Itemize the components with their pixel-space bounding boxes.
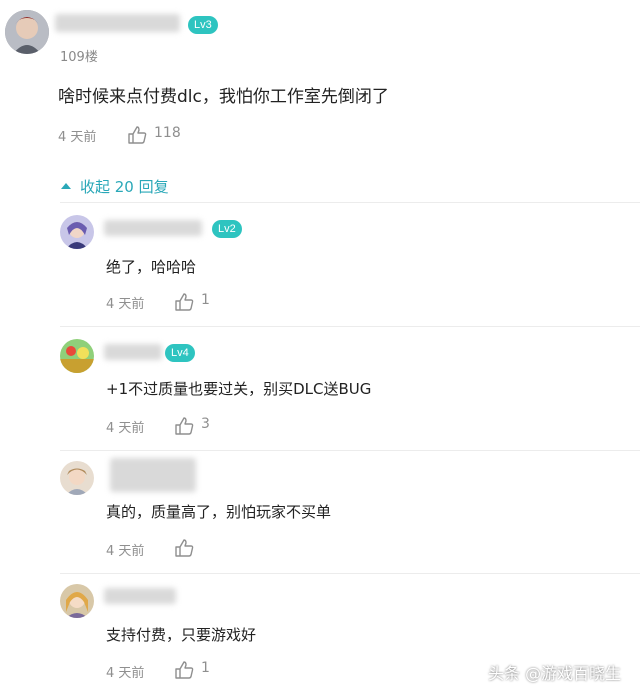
avatar-image: [60, 584, 94, 618]
username-blurred[interactable]: [110, 458, 196, 492]
avatar[interactable]: [60, 461, 94, 495]
thumb-up-icon[interactable]: [174, 293, 194, 311]
comment-time: 4 天前: [58, 130, 97, 145]
thumb-up-icon[interactable]: [174, 417, 194, 435]
reply-time: 4 天前: [106, 297, 145, 312]
like-count: 1: [201, 292, 210, 308]
reply-text: 绝了，哈哈哈: [106, 258, 197, 276]
floor-number: 109楼: [60, 50, 98, 65]
reply-time: 4 天前: [106, 421, 145, 436]
level-badge: Lv2: [212, 220, 242, 238]
avatar-image: [60, 461, 94, 495]
divider: [60, 202, 640, 203]
avatar-image: [5, 10, 49, 54]
like-count: 3: [201, 416, 210, 432]
reply-time: 4 天前: [106, 666, 145, 681]
divider: [60, 573, 640, 574]
username-blurred[interactable]: [104, 588, 176, 604]
divider: [60, 326, 640, 327]
avatar[interactable]: [60, 215, 94, 249]
reply-text: 真的，质量高了，别怕玩家不买单: [106, 503, 332, 521]
reply-time: 4 天前: [106, 544, 145, 559]
divider: [60, 450, 640, 451]
avatar-image: [60, 339, 94, 373]
thumb-up-icon[interactable]: [174, 539, 194, 557]
level-badge: Lv4: [165, 344, 195, 362]
caret-up-icon: [61, 183, 71, 189]
username-blurred[interactable]: [104, 220, 202, 236]
avatar[interactable]: [60, 584, 94, 618]
avatar[interactable]: [5, 10, 49, 54]
username-blurred[interactable]: [104, 344, 162, 360]
reply-text: +1不过质量也要过关，别买DLC送BUG: [106, 380, 372, 398]
reply-text: 支持付费，只要游戏好: [106, 626, 257, 644]
watermark: 头条 @游戏百晓生: [488, 664, 622, 683]
like-count: 1: [201, 660, 210, 676]
collapse-replies-button[interactable]: 收起 20 回复: [60, 176, 169, 196]
avatar-image: [60, 215, 94, 249]
like-count: 118: [154, 125, 181, 141]
thumb-up-icon[interactable]: [174, 661, 194, 679]
level-badge: Lv3: [188, 16, 218, 34]
comment-text: 啥时候来点付费dlc，我怕你工作室先倒闭了: [58, 87, 389, 107]
username-blurred[interactable]: [55, 14, 180, 32]
collapse-label: 收起 20 回复: [80, 177, 169, 196]
avatar[interactable]: [60, 339, 94, 373]
thumb-up-icon[interactable]: [127, 126, 147, 144]
